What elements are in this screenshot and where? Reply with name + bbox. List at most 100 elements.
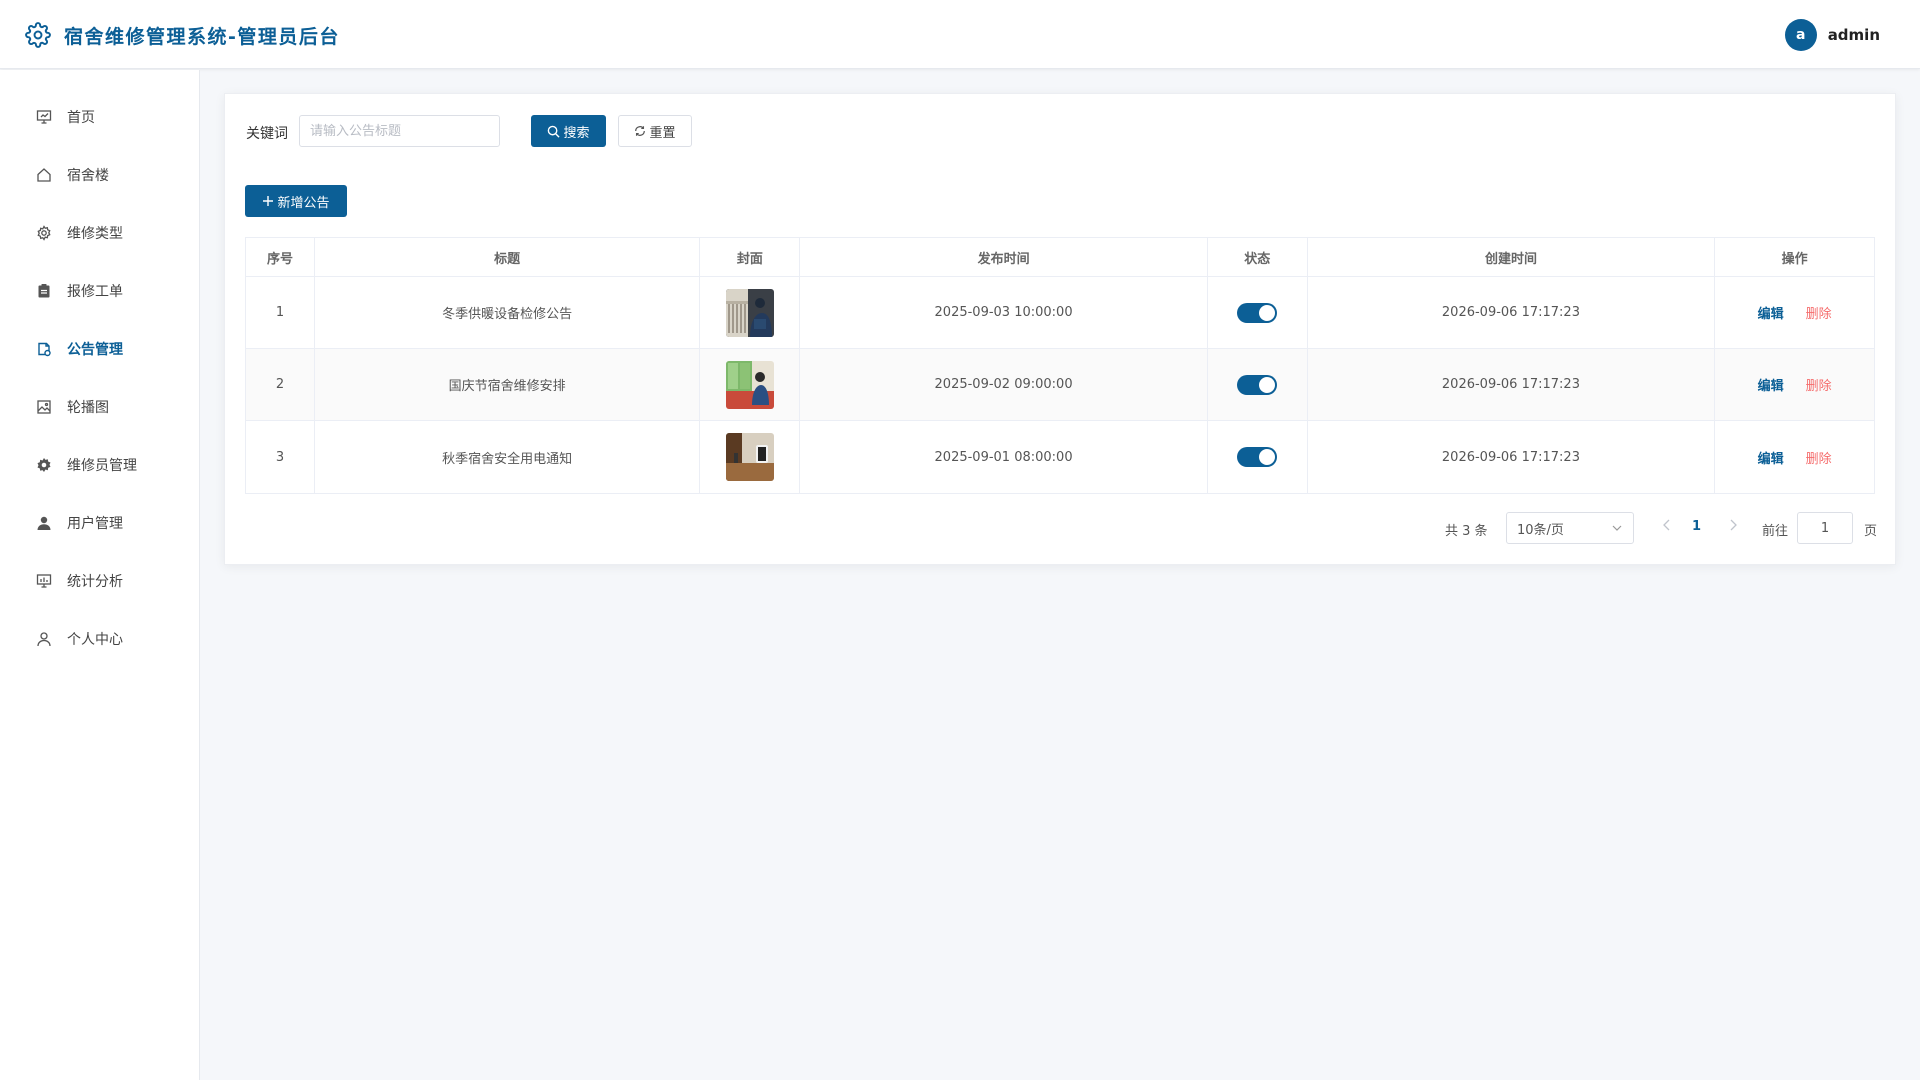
page-size-select[interactable]: 10条/页 <box>1506 512 1634 544</box>
column-header-index: 序号 <box>246 238 315 276</box>
sidebar-item-label: 个人中心 <box>67 632 123 648</box>
sidebar-item-label: 用户管理 <box>67 516 123 532</box>
sidebar-item-label: 宿舍楼 <box>67 168 109 184</box>
sidebar-item-label: 维修员管理 <box>67 458 137 474</box>
delete-button[interactable]: 删除 <box>1806 448 1832 467</box>
top-header: 宿舍维修管理系统-管理员后台 a admin <box>0 0 1920 69</box>
announcement-card: 关键词 搜索 重置 新增公告 序号 标题 封面 发布时间 状态 创建时间 操作 … <box>224 93 1896 565</box>
gear-icon <box>35 224 53 242</box>
sidebar-item-label: 维修类型 <box>67 226 123 242</box>
keyword-search-input[interactable] <box>299 115 500 147</box>
row-publish-time: 2025-09-01 08:00:00 <box>800 421 1208 493</box>
column-header-status: 状态 <box>1208 238 1308 276</box>
sidebar-item-profile[interactable]: 个人中心 <box>0 613 199 665</box>
picture-icon <box>35 398 53 416</box>
cover-image[interactable] <box>725 288 774 337</box>
cog-filled-icon <box>35 456 53 474</box>
status-toggle[interactable] <box>1237 447 1278 467</box>
page-number-current[interactable]: 1 <box>1692 519 1701 534</box>
column-header-actions: 操作 <box>1781 251 1808 267</box>
search-icon <box>548 125 561 138</box>
column-header-cover: 封面 <box>700 238 801 276</box>
gear-icon <box>25 22 51 48</box>
data-board-icon <box>35 572 53 590</box>
notice-icon <box>35 340 53 358</box>
goto-page-input[interactable] <box>1797 512 1853 544</box>
reset-button-label: 重置 <box>649 125 676 141</box>
row-index: 2 <box>246 349 315 420</box>
sidebar-item-repair-orders[interactable]: 报修工单 <box>0 265 199 317</box>
sidebar-item-user-management[interactable]: 用户管理 <box>0 497 199 549</box>
sidebar-item-carousel[interactable]: 轮播图 <box>0 381 199 433</box>
reset-button[interactable]: 重置 <box>618 115 692 147</box>
sidebar-item-repairman-management[interactable]: 维修员管理 <box>0 439 199 491</box>
pagination-total: 共 3 条 <box>1445 524 1488 539</box>
page-size-value: 10条/页 <box>1517 522 1564 538</box>
sidebar-item-announcements[interactable]: 公告管理 <box>0 323 199 375</box>
edit-button[interactable]: 编辑 <box>1758 448 1784 467</box>
row-publish-time: 2025-09-02 09:00:00 <box>800 349 1208 420</box>
search-button-label: 搜索 <box>563 125 590 141</box>
actions-cell: 编辑 删除 <box>1715 421 1874 493</box>
user-icon <box>35 630 53 648</box>
column-header-publish-time: 发布时间 <box>800 238 1208 276</box>
sidebar-item-dorm-building[interactable]: 宿舍楼 <box>0 149 199 201</box>
add-announcement-label: 新增公告 <box>277 195 330 211</box>
home-icon <box>35 166 53 184</box>
status-toggle[interactable] <box>1237 374 1278 395</box>
row-publish-time: 2025-09-03 10:00:00 <box>800 277 1208 348</box>
sidebar-item-label: 统计分析 <box>67 574 123 590</box>
goto-label: 前往 <box>1762 524 1789 539</box>
status-toggle-knob <box>1259 304 1276 321</box>
status-toggle-knob <box>1259 449 1276 465</box>
status-toggle[interactable] <box>1237 302 1278 323</box>
cover-cell <box>700 349 801 420</box>
delete-button[interactable]: 删除 <box>1806 303 1832 322</box>
presentation-icon <box>35 108 53 126</box>
next-page-button[interactable] <box>1727 518 1739 536</box>
row-title: 冬季供暖设备检修公告 <box>315 277 701 348</box>
status-toggle-knob <box>1259 376 1276 393</box>
add-announcement-button[interactable]: 新增公告 <box>245 185 347 217</box>
chevron-down-icon <box>1612 525 1622 531</box>
delete-button[interactable]: 删除 <box>1806 375 1832 394</box>
table-row: 1 冬季供暖设备检修公告 2025-09-03 10:00:00 2026-09… <box>246 277 1874 349</box>
page-suffix-label: 页 <box>1864 524 1878 539</box>
app-title: 宿舍维修管理系统-管理员后台 <box>64 26 340 48</box>
refresh-icon <box>635 126 646 136</box>
cover-image[interactable] <box>725 433 774 481</box>
row-created-time: 2026-09-06 17:17:23 <box>1308 349 1716 420</box>
chevron-right-icon <box>1730 519 1737 531</box>
keyword-label: 关键词 <box>246 126 288 142</box>
cover-cell <box>700 421 801 493</box>
row-created-time: 2026-09-06 17:17:23 <box>1308 421 1716 493</box>
sidebar-item-label: 首页 <box>67 110 95 126</box>
cover-cell <box>700 277 801 348</box>
column-header-created-time: 创建时间 <box>1308 238 1716 276</box>
clipboard-icon <box>35 282 53 300</box>
user-filled-icon <box>35 514 53 532</box>
status-cell <box>1208 277 1308 348</box>
row-index: 3 <box>246 421 315 493</box>
row-index: 1 <box>246 277 315 348</box>
sidebar-item-repair-type[interactable]: 维修类型 <box>0 207 199 259</box>
search-button[interactable]: 搜索 <box>531 115 606 147</box>
row-title: 国庆节宿舍维修安排 <box>315 349 701 420</box>
edit-button[interactable]: 编辑 <box>1758 303 1784 322</box>
plus-icon <box>263 196 274 206</box>
chevron-left-icon <box>1663 519 1670 531</box>
sidebar-item-label: 公告管理 <box>67 342 123 358</box>
row-title: 秋季宿舍安全用电通知 <box>315 421 701 493</box>
user-menu[interactable]: a admin <box>1784 19 1880 51</box>
status-cell <box>1208 349 1308 420</box>
edit-button[interactable]: 编辑 <box>1758 375 1784 394</box>
sidebar-item-home[interactable]: 首页 <box>0 91 199 143</box>
sidebar-item-statistics[interactable]: 统计分析 <box>0 555 199 607</box>
avatar[interactable]: a <box>1784 19 1817 51</box>
prev-page-button[interactable] <box>1661 518 1673 536</box>
announcement-table: 序号 标题 封面 发布时间 状态 创建时间 操作 1 冬季供暖设备检修公告 20… <box>245 237 1875 494</box>
username[interactable]: admin <box>1828 26 1880 44</box>
table-header-row: 序号 标题 封面 发布时间 状态 创建时间 操作 <box>246 238 1874 277</box>
cover-image[interactable] <box>725 360 774 409</box>
row-created-time: 2026-09-06 17:17:23 <box>1308 277 1716 348</box>
